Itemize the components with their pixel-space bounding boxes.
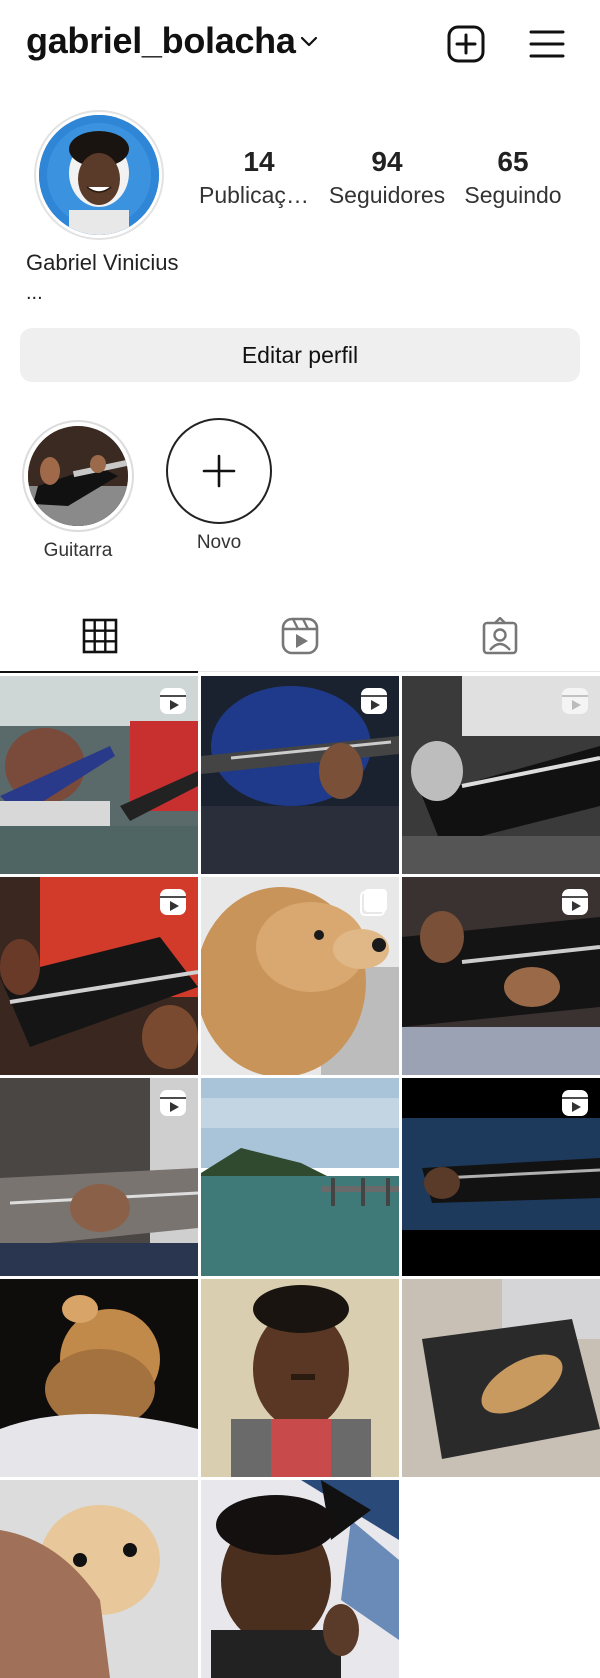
reel-badge-icon [562,889,588,915]
stat-followers[interactable]: 94 Seguidores [324,146,450,209]
post-tile[interactable] [201,1480,399,1678]
tab-reels[interactable] [200,600,400,672]
post-tile[interactable] [201,1279,399,1477]
highlight-new[interactable]: Novo [164,418,274,554]
stat-followers-count: 94 [371,146,403,177]
highlight-ring [22,420,134,532]
post-tile[interactable] [402,676,600,874]
stat-posts[interactable]: 14 Publicações [196,146,322,209]
profile-full-name: Gabriel Vinicius [26,250,179,275]
post-tile[interactable] [201,676,399,874]
reel-badge-icon [562,688,588,714]
post-tile[interactable] [402,1279,600,1477]
stat-following[interactable]: 65 Seguindo [450,146,576,209]
post-tile[interactable] [0,1279,198,1477]
avatar-photo [39,115,159,235]
profile-tabs [0,600,600,673]
highlight-new-label: Novo [196,532,242,553]
post-tile[interactable] [402,877,600,1075]
tagged-icon [482,617,518,655]
top-bar: gabriel_bolacha [0,0,600,86]
edit-profile-button[interactable]: Editar perfil [20,328,580,382]
highlight-label: Guitarra [43,540,113,561]
highlight-cover [28,426,128,526]
post-tile[interactable] [201,1078,399,1276]
tab-tagged[interactable] [400,600,600,672]
reel-badge-icon [361,688,387,714]
plus-icon [202,454,236,488]
post-tile[interactable] [0,1078,198,1276]
stat-followers-label: Seguidores [328,182,446,208]
hamburger-menu-icon[interactable] [528,24,566,64]
reel-badge-icon [160,688,186,714]
chevron-down-icon[interactable] [298,30,320,52]
tab-grid[interactable] [0,600,200,673]
highlight-new-circle [166,418,272,524]
profile-bio: ... [26,282,43,304]
post-tile[interactable] [0,676,198,874]
stat-posts-count: 14 [243,146,275,177]
post-tile[interactable] [201,877,399,1075]
post-tile[interactable] [0,1480,198,1678]
carousel-badge-icon [360,889,387,916]
grid-icon [82,618,118,654]
reel-badge-icon [562,1090,588,1116]
highlight-guitarra[interactable]: Guitarra [20,420,136,562]
reel-badge-icon [160,889,186,915]
stat-following-label: Seguindo [464,182,562,208]
stat-posts-label: Publicações [199,182,319,208]
reels-icon [281,617,319,655]
stat-following-count: 65 [497,146,529,177]
avatar[interactable] [34,110,164,240]
reel-badge-icon [160,1090,186,1116]
plus-square-icon[interactable] [446,24,486,64]
post-tile[interactable] [402,1078,600,1276]
post-tile[interactable] [0,877,198,1075]
username[interactable]: gabriel_bolacha [26,20,296,62]
